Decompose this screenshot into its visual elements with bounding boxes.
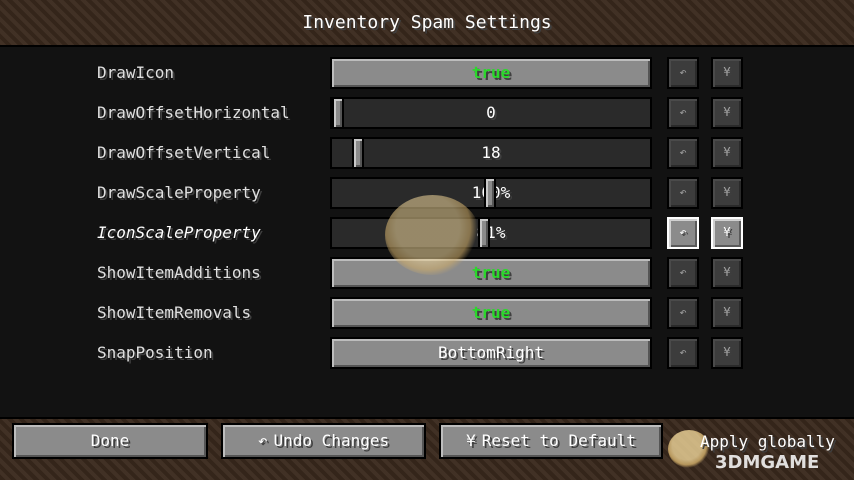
setting-value: 18 <box>481 143 501 162</box>
setting-label: DrawOffsetHorizontal <box>97 103 290 122</box>
setting-label: DrawScaleProperty <box>97 183 261 202</box>
undo-setting-button[interactable]: ↶ <box>667 57 699 89</box>
reset-icon: ¥ <box>723 145 731 159</box>
reset-setting-button[interactable]: ¥ <box>711 297 743 329</box>
setting-label: ShowItemAdditions <box>97 263 261 282</box>
undo-arrow-icon: ↶ <box>679 65 687 79</box>
setting-label: ShowItemRemovals <box>97 303 252 322</box>
drawscaleproperty-slider[interactable]: 100% <box>330 177 652 209</box>
undo-setting-button[interactable]: ↶ <box>667 337 699 369</box>
undo-setting-button[interactable]: ↶ <box>667 137 699 169</box>
snapposition-cycle-button[interactable]: BottomRight <box>330 337 652 369</box>
reset-setting-button[interactable]: ¥ <box>711 217 743 249</box>
reset-setting-button[interactable]: ¥ <box>711 177 743 209</box>
undo-setting-button[interactable]: ↶ <box>667 177 699 209</box>
undo-arrow-icon: ↶ <box>679 105 687 119</box>
apply-globally-checkbox[interactable]: Apply globally <box>700 432 835 451</box>
reset-icon: ¥ <box>723 185 731 199</box>
undo-setting-button[interactable]: ↶ <box>667 257 699 289</box>
reset-icon: ¥ <box>723 305 731 319</box>
setting-value: true <box>471 303 511 322</box>
setting-label: IconScaleProperty <box>97 223 261 242</box>
setting-value: true <box>471 63 511 82</box>
reset-setting-button[interactable]: ¥ <box>711 57 743 89</box>
reset-setting-button[interactable]: ¥ <box>711 257 743 289</box>
done-label: Done <box>90 431 130 450</box>
reset-icon: ¥ <box>466 431 476 450</box>
watermark-text: 3DMGAME <box>715 452 820 473</box>
setting-value: true <box>471 263 511 282</box>
undo-setting-button[interactable]: ↶ <box>667 297 699 329</box>
apply-globally-label: Apply globally <box>700 432 835 451</box>
undo-arrow-icon: ↶ <box>679 185 687 199</box>
drawicon-toggle-button[interactable]: true <box>330 57 652 89</box>
reset-setting-button[interactable]: ¥ <box>711 337 743 369</box>
setting-label: SnapPosition <box>97 343 213 362</box>
setting-row-drawoffsethorizontal: DrawOffsetHorizontal 0 ↶ ¥ <box>0 97 854 129</box>
undo-setting-button[interactable]: ↶ <box>667 217 699 249</box>
undo-arrow-icon: ↶ <box>679 145 687 159</box>
undo-changes-button[interactable]: ↶ Undo Changes <box>221 423 426 459</box>
reset-to-default-button[interactable]: ¥ Reset to Default <box>439 423 663 459</box>
reset-to-default-label: Reset to Default <box>481 431 636 450</box>
undo-setting-button[interactable]: ↶ <box>667 97 699 129</box>
reset-icon: ¥ <box>723 345 731 359</box>
drawoffsetvertical-slider[interactable]: 18 <box>330 137 652 169</box>
setting-value: BottomRight <box>438 343 544 362</box>
setting-label: DrawOffsetVertical <box>97 143 271 162</box>
page-title: Inventory Spam Settings <box>302 12 552 33</box>
undo-changes-label: Undo Changes <box>273 431 390 450</box>
showitemadditions-toggle-button[interactable]: true <box>330 257 652 289</box>
showitemremovals-toggle-button[interactable]: true <box>330 297 652 329</box>
undo-arrow-icon: ↶ <box>257 431 268 450</box>
slider-handle[interactable] <box>352 137 364 169</box>
slider-handle[interactable] <box>484 177 496 209</box>
drawoffsethorizontal-slider[interactable]: 0 <box>330 97 652 129</box>
undo-arrow-icon: ↶ <box>679 265 687 279</box>
setting-row-drawicon: DrawIcon true ↶ ¥ <box>0 57 854 89</box>
setting-row-showitemremovals: ShowItemRemovals true ↶ ¥ <box>0 297 854 329</box>
reset-setting-button[interactable]: ¥ <box>711 97 743 129</box>
mascot-watermark-icon <box>385 195 480 275</box>
undo-arrow-icon: ↶ <box>679 345 687 359</box>
setting-row-drawoffsetvertical: DrawOffsetVertical 18 ↶ ¥ <box>0 137 854 169</box>
reset-icon: ¥ <box>723 265 731 279</box>
reset-icon: ¥ <box>723 65 731 79</box>
slider-handle[interactable] <box>332 97 344 129</box>
setting-value: 0 <box>486 103 496 122</box>
setting-row-snapposition: SnapPosition BottomRight ↶ ¥ <box>0 337 854 369</box>
reset-icon: ¥ <box>723 225 731 239</box>
reset-icon: ¥ <box>723 105 731 119</box>
undo-arrow-icon: ↶ <box>679 305 687 319</box>
undo-arrow-icon: ↶ <box>679 225 687 239</box>
reset-setting-button[interactable]: ¥ <box>711 137 743 169</box>
done-button[interactable]: Done <box>12 423 208 459</box>
iconscaleproperty-slider[interactable]: 81% <box>330 217 652 249</box>
setting-label: DrawIcon <box>97 63 175 82</box>
